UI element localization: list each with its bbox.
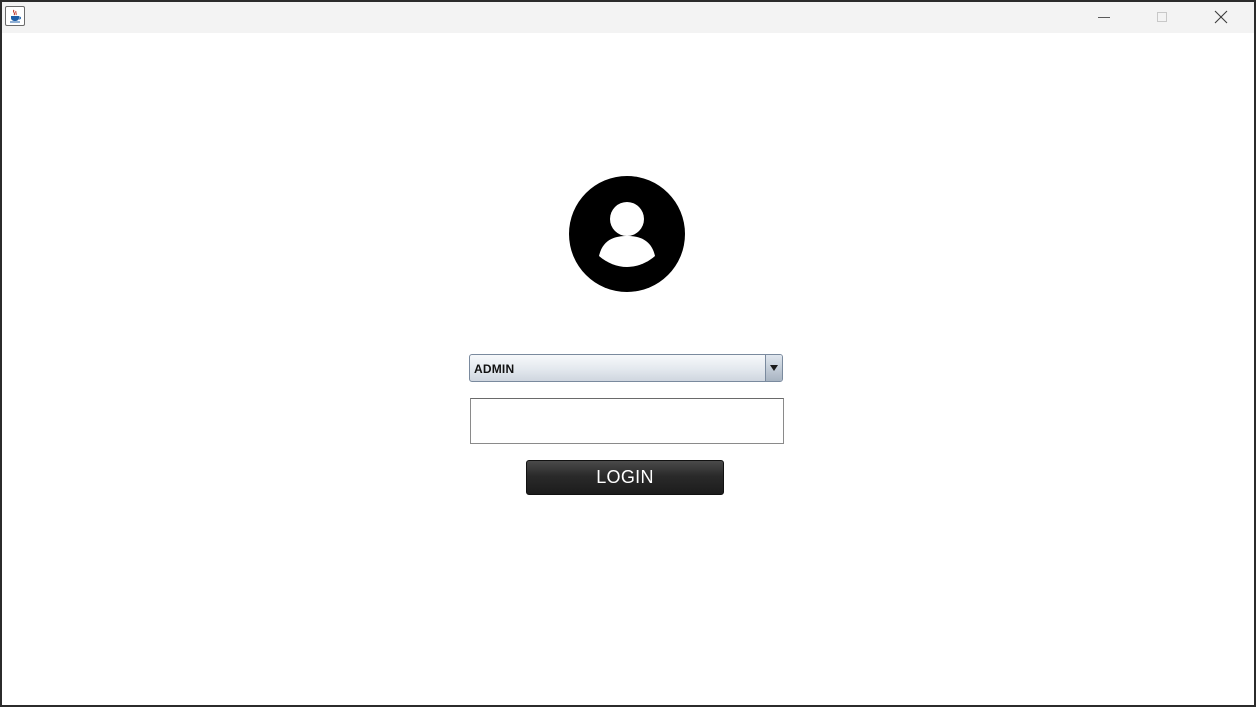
login-window: ADMIN LOGIN [0, 0, 1256, 707]
role-select-value: ADMIN [474, 362, 515, 376]
java-cup-icon[interactable] [5, 6, 25, 26]
minimize-icon [1098, 17, 1110, 18]
maximize-icon [1157, 12, 1167, 22]
title-bar[interactable] [2, 2, 1254, 33]
role-select[interactable]: ADMIN [469, 354, 783, 382]
close-button[interactable] [1192, 2, 1250, 33]
password-field[interactable] [470, 398, 784, 444]
maximize-button[interactable] [1133, 2, 1191, 33]
login-panel: ADMIN LOGIN [2, 33, 1254, 705]
minimize-button[interactable] [1075, 2, 1133, 33]
close-icon [1214, 10, 1228, 24]
role-select-dropdown-button[interactable] [765, 355, 782, 381]
login-button[interactable]: LOGIN [526, 460, 724, 495]
user-avatar-icon [569, 176, 685, 292]
chevron-down-icon [770, 365, 778, 371]
